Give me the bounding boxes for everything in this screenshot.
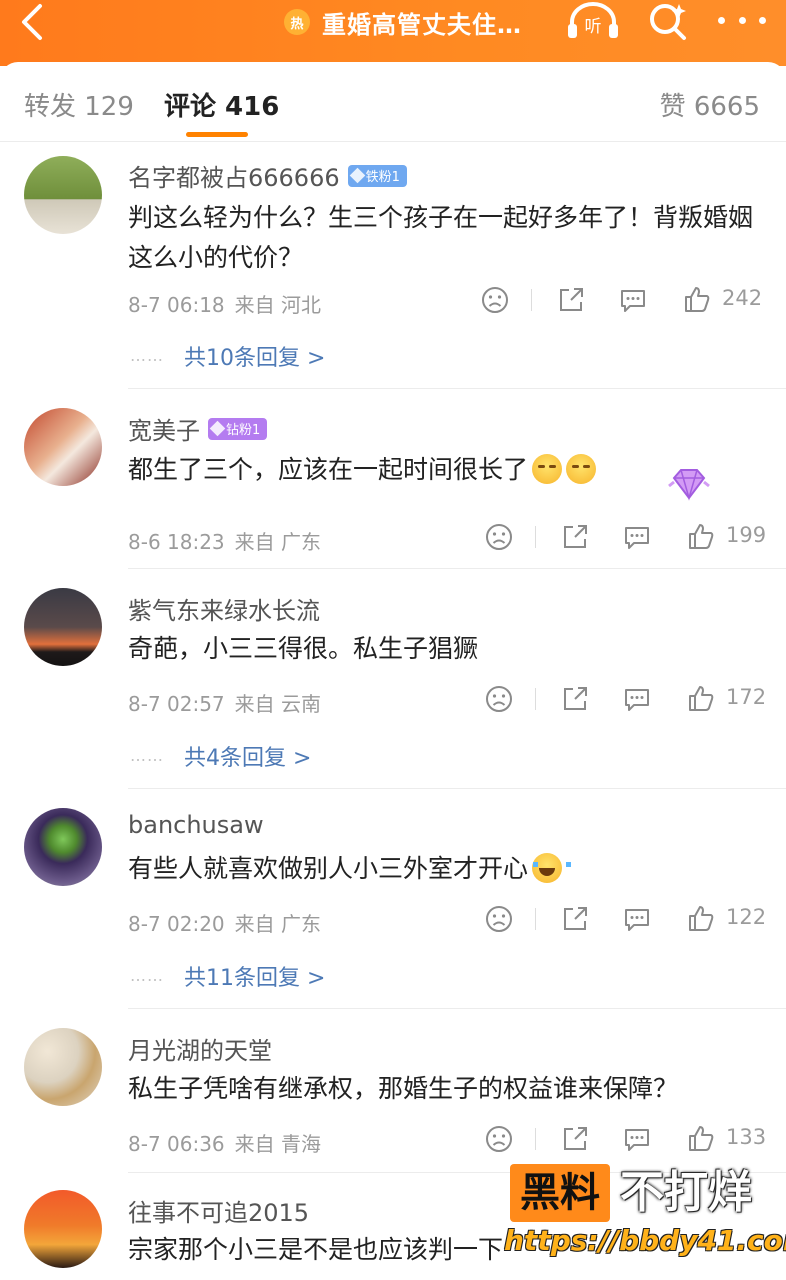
avatar[interactable] [24,1190,102,1268]
like-icon[interactable] [686,1124,716,1154]
fan-badge: 钻粉1 [208,417,268,440]
watermark: 黑料 不打烊 https://bbdy41.com [504,1162,786,1280]
divider [531,289,532,311]
like-icon[interactable] [682,285,712,315]
avatar[interactable] [24,156,102,234]
divider [128,1008,786,1009]
comment-text: 私生子凭啥有继承权，那婚生子的权益谁来保障？ [128,1074,679,1103]
like-count: 242 [722,286,763,310]
tab-active-indicator [186,132,248,137]
comment-actions: 133 [480,1124,770,1156]
watermark-url: https://bbdy41.com [504,1224,786,1257]
like-count: 172 [726,685,767,709]
divider [128,388,786,389]
divider [535,908,536,930]
avatar[interactable] [24,808,102,886]
comment-icon[interactable] [622,522,652,552]
comment-text: 判这么轻为什么？生三个孩子在一起好多年了！背叛婚姻这么小的代价？ [128,203,754,272]
commenter-name[interactable]: 月光湖的天堂 [128,1031,272,1066]
smirk-emoji-icon [532,454,563,484]
comment-text: 有些人就喜欢做别人小三外室才开心 [128,849,768,889]
comment-icon[interactable] [622,1124,652,1154]
comment-icon[interactable] [622,904,652,934]
like-count: 122 [726,905,767,929]
commenter-name[interactable]: 名字都被占666666 铁粉1 [128,158,407,193]
smirk-emoji-icon [566,454,597,484]
comment-actions: 199 [480,522,770,554]
commenter-name[interactable]: banchusaw [128,811,264,839]
comment-icon[interactable] [622,684,652,714]
view-replies-link[interactable]: …… 共10条回复 > [130,340,325,372]
fan-badge: 铁粉1 [347,164,407,187]
watermark-slogan: 不打烊 [620,1167,752,1218]
commenter-name[interactable]: 宽美子 钻粉1 [128,411,268,446]
commenter-name[interactable]: 紫气东来绿水长流 [128,591,320,626]
top-bar: 热 重婚高管丈夫住… 听 [0,0,786,66]
share-icon[interactable] [560,1124,590,1154]
top-title-group[interactable]: 热 重婚高管丈夫住… [284,4,522,40]
more-icon[interactable] [718,8,766,32]
comment-meta: 8-7 06:36 来自 青海 [128,1132,322,1156]
listen-icon[interactable]: 听 [566,0,620,42]
comment-meta: 8-7 02:20 来自 广东 [128,912,322,936]
back-icon[interactable] [16,2,50,42]
hot-icon: 热 [284,9,310,35]
comment-meta: 8-6 18:23 来自 广东 [128,530,322,554]
avatar[interactable] [24,408,102,486]
tab-comment[interactable]: 评论 416 [164,86,279,123]
divider [128,568,786,569]
comment-actions: 242 [476,285,766,317]
comment-meta: 8-7 06:18 来自 河北 [128,293,322,317]
comment-text: 奇葩，小三三得很。私生子猖獗 [128,634,479,663]
watermark-logo: 黑料 [510,1164,610,1222]
share-icon[interactable] [560,904,590,934]
view-replies-link[interactable]: …… 共11条回复 > [130,960,325,992]
share-icon[interactable] [556,285,586,315]
divider [535,688,536,710]
share-icon[interactable] [560,684,590,714]
comment-actions: 172 [480,684,770,716]
react-icon[interactable] [484,684,514,714]
laugh-cry-emoji-icon [532,853,572,883]
comment-actions: 122 [480,904,770,936]
react-icon[interactable] [484,1124,514,1154]
tab-like[interactable]: 赞 6665 [660,86,760,123]
page-title: 重婚高管丈夫住… [322,10,522,39]
like-count: 199 [726,523,767,547]
svg-text:听: 听 [585,17,602,37]
react-icon[interactable] [484,522,514,552]
tab-repost[interactable]: 转发 129 [24,86,134,123]
search-icon[interactable] [646,0,690,42]
diamond-fan-decoration-icon [668,469,710,501]
like-icon[interactable] [686,522,716,552]
commenter-name[interactable]: 往事不可追2015 [128,1193,309,1228]
like-count: 133 [726,1125,767,1149]
like-icon[interactable] [686,684,716,714]
react-icon[interactable] [480,285,510,315]
divider [535,526,536,548]
comment-icon[interactable] [618,285,648,315]
like-icon[interactable] [686,904,716,934]
comment-meta: 8-7 02:57 来自 云南 [128,692,322,716]
view-replies-link[interactable]: …… 共4条回复 > [130,740,311,772]
tab-bar: 转发 129 评论 416 赞 6665 [0,62,786,142]
avatar[interactable] [24,588,102,666]
avatar[interactable] [24,1028,102,1106]
react-icon[interactable] [484,904,514,934]
divider [128,788,786,789]
share-icon[interactable] [560,522,590,552]
divider [535,1128,536,1150]
